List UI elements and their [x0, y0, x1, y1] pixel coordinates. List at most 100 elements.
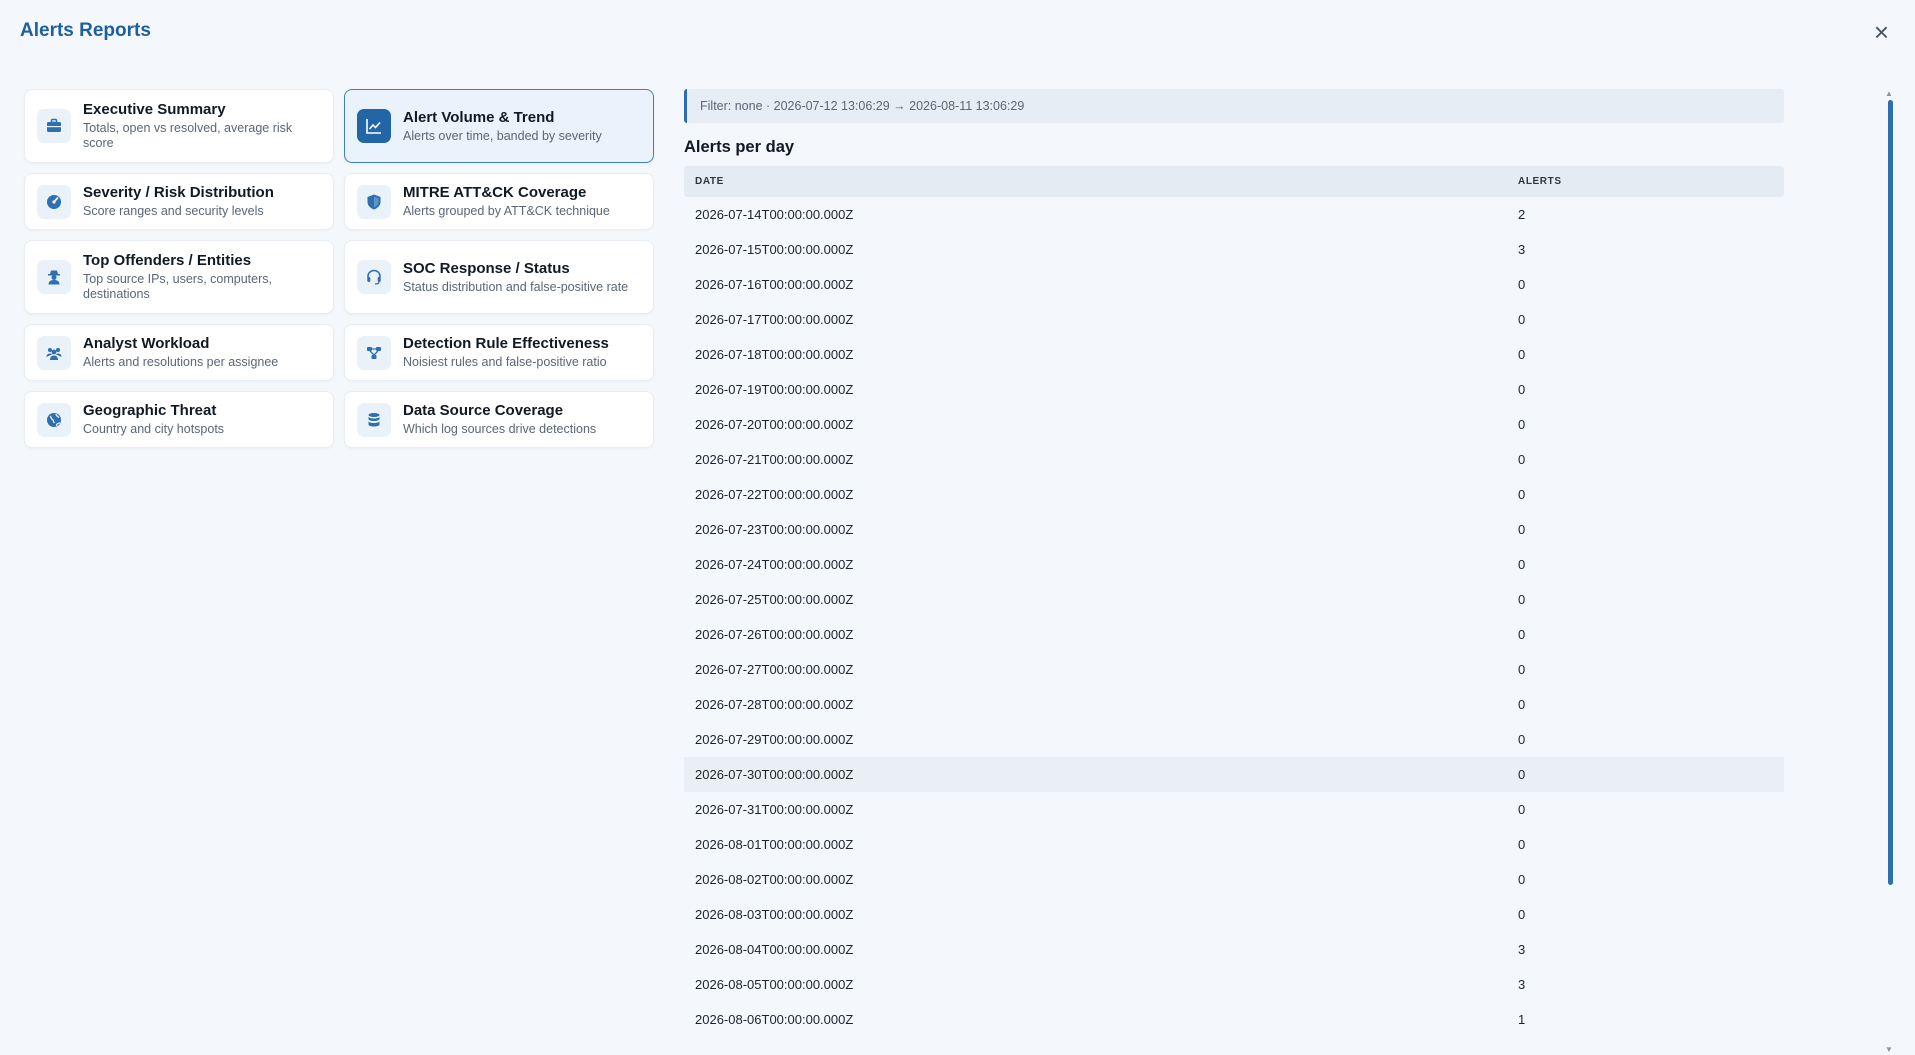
table-row: 2026-07-18T00:00:00.000Z 0 — [684, 337, 1784, 372]
card-title: Severity / Risk Distribution — [83, 184, 274, 201]
scroll-down-arrow[interactable]: ▼ — [1885, 1045, 1893, 1054]
alerts-per-day-table: DATE ALERTS 2026-07-14T00:00:00.000Z 2 202… — [684, 166, 1784, 1037]
card-description: Top source IPs, users, computers, destin… — [83, 272, 272, 301]
table-row: 2026-07-24T00:00:00.000Z 0 — [684, 547, 1784, 582]
table-row: 2026-08-06T00:00:00.000Z 1 — [684, 1002, 1784, 1037]
card-title: SOC Response / Status — [403, 259, 570, 277]
cell-date: 2026-07-15T00:00:00.000Z — [695, 242, 854, 257]
table-row: 2026-07-20T00:00:00.000Z 0 — [684, 407, 1784, 442]
cell-alerts: 0 — [1518, 627, 1526, 642]
cell-alerts: 0 — [1518, 312, 1526, 327]
table-row: 2026-07-30T00:00:00.000Z 0 — [684, 757, 1784, 792]
cell-alerts: 3 — [1518, 977, 1526, 992]
gauge-icon — [37, 184, 71, 219]
report-card-data-source[interactable]: Data Source Coverage Which log sources dr… — [344, 391, 654, 448]
cell-date: 2026-07-24T00:00:00.000Z — [695, 557, 854, 572]
table-row: 2026-07-25T00:00:00.000Z 0 — [684, 582, 1784, 617]
card-description: Totals, open vs resolved, average risk s… — [83, 121, 293, 150]
card-title: Executive Summary — [83, 101, 226, 118]
report-card-mitre-coverage[interactable]: MITRE ATT&CK Coverage Alerts grouped by A… — [344, 173, 654, 230]
cell-date: 2026-07-27T00:00:00.000Z — [695, 662, 854, 677]
cell-date: 2026-07-25T00:00:00.000Z — [695, 592, 854, 607]
card-title: Geographic Threat — [83, 402, 217, 419]
cell-alerts: 1 — [1518, 1012, 1526, 1027]
cell-date: 2026-07-20T00:00:00.000Z — [695, 417, 854, 432]
table-row: 2026-08-03T00:00:00.000Z 0 — [684, 897, 1784, 932]
line-chart-icon — [357, 109, 391, 143]
cell-date: 2026-07-18T00:00:00.000Z — [695, 347, 854, 362]
table-row: 2026-07-14T00:00:00.000Z 2 — [684, 197, 1784, 232]
report-card-detection-rule[interactable]: Detection Rule Effectiveness Noisiest rul… — [344, 324, 654, 381]
cell-alerts: 0 — [1518, 662, 1526, 677]
cell-alerts: 0 — [1518, 382, 1526, 397]
report-card-executive-summary[interactable]: Executive Summary Totals, open vs resolve… — [24, 89, 334, 163]
table-row: 2026-07-21T00:00:00.000Z 0 — [684, 442, 1784, 477]
cell-date: 2026-08-06T00:00:00.000Z — [695, 1012, 854, 1027]
cell-date: 2026-07-23T00:00:00.000Z — [695, 522, 854, 537]
database-icon — [357, 402, 391, 437]
cell-alerts: 0 — [1518, 557, 1526, 572]
cell-date: 2026-07-19T00:00:00.000Z — [695, 382, 854, 397]
user-secret-icon — [37, 260, 71, 294]
table-row: 2026-07-17T00:00:00.000Z 0 — [684, 302, 1784, 337]
card-title: MITRE ATT&CK Coverage — [403, 184, 587, 201]
briefcase-icon — [37, 109, 71, 143]
report-card-severity-risk[interactable]: Severity / Risk Distribution Score ranges… — [24, 173, 334, 230]
cell-date: 2026-08-03T00:00:00.000Z — [695, 907, 854, 922]
card-title: Data Source Coverage — [403, 402, 564, 419]
cell-alerts: 0 — [1518, 837, 1526, 852]
cell-date: 2026-07-29T00:00:00.000Z — [695, 732, 854, 747]
cell-date: 2026-07-28T00:00:00.000Z — [695, 697, 854, 712]
card-description: Alerts and resolutions per assignee — [83, 355, 279, 369]
cell-alerts: 0 — [1518, 872, 1526, 887]
scrollbar-thumb[interactable] — [1888, 100, 1893, 885]
table-body: 2026-07-14T00:00:00.000Z 2 2026-07-15T00:0… — [684, 197, 1784, 1037]
card-description: Alerts grouped by ATT&CK technique — [403, 204, 610, 218]
close-icon[interactable]: × — [1874, 19, 1889, 45]
table-row: 2026-07-22T00:00:00.000Z 0 — [684, 477, 1784, 512]
table-row: 2026-07-23T00:00:00.000Z 0 — [684, 512, 1784, 547]
cell-alerts: 0 — [1518, 802, 1526, 817]
globe-icon — [37, 402, 71, 437]
card-title: Detection Rule Effectiveness — [403, 335, 609, 352]
table-row: 2026-07-26T00:00:00.000Z 0 — [684, 617, 1784, 652]
page-title: Alerts Reports — [20, 20, 151, 41]
cell-alerts: 0 — [1518, 277, 1526, 292]
sitemap-icon — [357, 335, 391, 370]
cell-alerts: 0 — [1518, 767, 1526, 782]
cell-alerts: 0 — [1518, 347, 1526, 362]
card-title: Alert Volume & Trend — [403, 108, 555, 126]
cell-date: 2026-08-05T00:00:00.000Z — [695, 977, 854, 992]
table-row: 2026-08-05T00:00:00.000Z 3 — [684, 967, 1784, 1002]
card-description: Which log sources drive detections — [403, 422, 597, 436]
cell-date: 2026-07-30T00:00:00.000Z — [695, 767, 854, 782]
report-card-geographic-threat[interactable]: Geographic Threat Country and city hotspo… — [24, 391, 334, 448]
table-row: 2026-07-15T00:00:00.000Z 3 — [684, 232, 1784, 267]
cell-alerts: 0 — [1518, 732, 1526, 747]
card-description: Country and city hotspots — [83, 422, 225, 436]
cell-alerts: 0 — [1518, 522, 1526, 537]
report-card-grid: Executive Summary Totals, open vs resolve… — [24, 89, 654, 448]
report-card-soc-response[interactable]: SOC Response / Status Status distribution… — [344, 240, 654, 314]
card-description: Score ranges and security levels — [83, 204, 264, 218]
scroll-up-arrow[interactable]: ▲ — [1885, 89, 1893, 98]
shield-icon — [357, 184, 391, 219]
table-row: 2026-07-31T00:00:00.000Z 0 — [684, 792, 1784, 827]
table-row: 2026-08-04T00:00:00.000Z 3 — [684, 932, 1784, 967]
report-card-analyst-workload[interactable]: Analyst Workload Alerts and resolutions p… — [24, 324, 334, 381]
cell-date: 2026-08-02T00:00:00.000Z — [695, 872, 854, 887]
card-description: Noisiest rules and false-positive ratio — [403, 355, 607, 369]
cell-date: 2026-07-26T00:00:00.000Z — [695, 627, 854, 642]
table-row: 2026-08-02T00:00:00.000Z 0 — [684, 862, 1784, 897]
column-header-date[interactable]: DATE — [684, 176, 1507, 187]
cell-alerts: 0 — [1518, 907, 1526, 922]
headset-icon — [357, 260, 391, 294]
table-row: 2026-08-01T00:00:00.000Z 0 — [684, 827, 1784, 862]
column-header-alerts[interactable]: ALERTS — [1507, 176, 1562, 187]
cell-date: 2026-07-16T00:00:00.000Z — [695, 277, 854, 292]
card-description: Alerts over time, banded by severity — [403, 128, 602, 143]
card-title: Top Offenders / Entities — [83, 252, 252, 269]
report-card-top-offenders[interactable]: Top Offenders / Entities Top source IPs, … — [24, 240, 334, 314]
report-card-alert-volume-trend[interactable]: Alert Volume & Trend Alerts over time, ba… — [344, 89, 654, 163]
card-title: Analyst Workload — [83, 335, 210, 352]
